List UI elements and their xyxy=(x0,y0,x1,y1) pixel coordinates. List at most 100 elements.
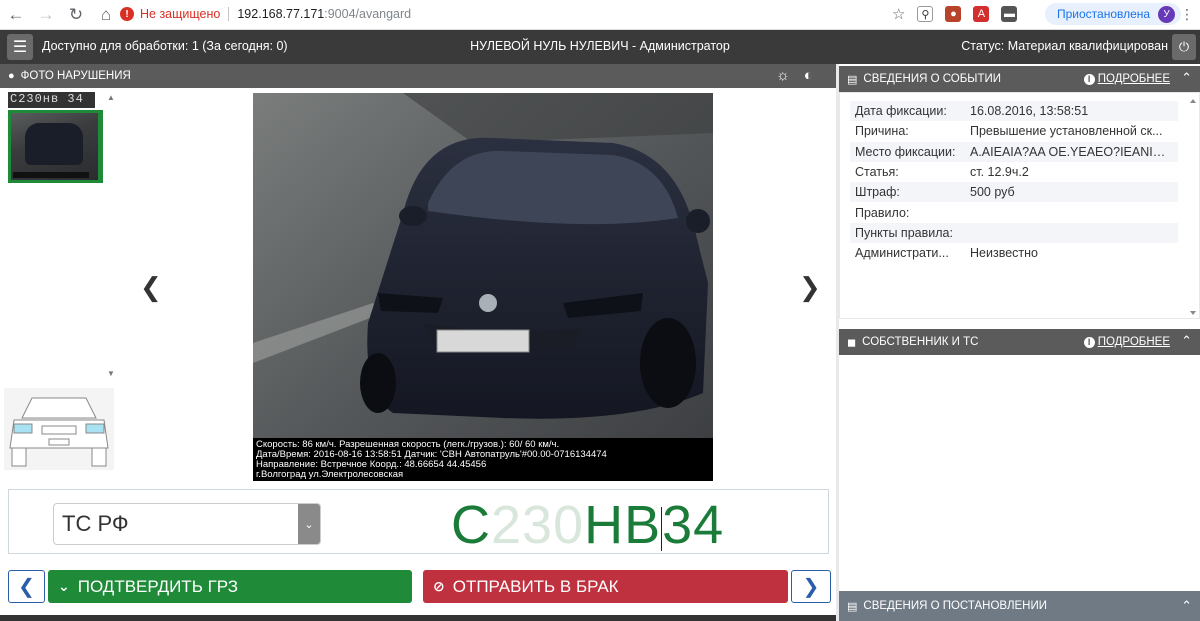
owner-more-label: Подробнее xyxy=(1097,336,1170,348)
table-row: Пункты правила: xyxy=(850,222,1178,244)
map-marker-icon: ● xyxy=(8,70,15,82)
confirm-plate-label: Подтвердить ГРЗ xyxy=(77,576,239,596)
omnibox-separator xyxy=(228,7,230,21)
thumbnail-car xyxy=(25,123,83,165)
violation-photo-image xyxy=(253,93,713,481)
event-field-label: Правило: xyxy=(855,205,910,220)
send-to-reject-button[interactable]: ⊘ Отправить в брак xyxy=(423,570,788,603)
event-field-value: 16.08.2016, 13:58:51 xyxy=(970,104,1089,119)
event-field-value: А.AIEAIA?AA OE.YEAEO?IEANIANE... xyxy=(970,144,1178,159)
car-icon: ◼ xyxy=(847,336,857,349)
previous-photo-chevron-icon[interactable]: ❮ xyxy=(140,272,162,303)
app-header: ☰ Доступно для обработки: 1 (За сегодня:… xyxy=(0,30,1200,64)
chevron-up-icon[interactable]: ⌃ xyxy=(1181,333,1192,349)
event-panel-header[interactable]: ▤ Сведения о событии i Подробнее ⌃ xyxy=(839,66,1200,92)
country-select-value: ТС РФ xyxy=(62,511,129,536)
plate-region: 34 xyxy=(662,495,725,555)
chevron-down-icon: ⌄ xyxy=(58,578,70,594)
photo-panel-title: Фото нарушения xyxy=(20,70,131,82)
plate-entry-panel: ТС РФ ⌄ С230НВ34 xyxy=(8,489,829,556)
profile-status-label: Приостановлена xyxy=(1057,7,1151,21)
event-field-label: Статья: xyxy=(855,165,899,180)
brightness-icon[interactable]: ☼ xyxy=(776,67,790,84)
confirm-plate-button[interactable]: ⌄ Подтвердить ГРЗ xyxy=(48,570,412,603)
home-icon[interactable]: ⌂ xyxy=(92,1,120,29)
photo-info-overlay: Скорость: 86 км/ч. Разрешенная скорость … xyxy=(253,438,713,481)
owner-panel-title: Собственник и ТС xyxy=(862,336,979,348)
power-icon[interactable]: ⏻ xyxy=(1172,34,1196,60)
profile-avatar: У xyxy=(1158,5,1176,23)
table-row: Правило: xyxy=(850,202,1178,222)
chevron-up-icon[interactable]: ⌃ xyxy=(1181,70,1192,86)
address-bar[interactable]: ! Не защищено 192.168.77.171:9004/avanga… xyxy=(120,3,920,25)
card-icon: ▤ xyxy=(847,73,858,86)
country-select[interactable]: ТС РФ ⌄ xyxy=(53,503,321,545)
extension-pdf-icon[interactable]: A xyxy=(973,6,990,22)
table-row: Место фиксации: А.AIEAIA?AA OE.YEAEO?IEAN… xyxy=(850,141,1178,162)
plate-prefix: С xyxy=(451,495,491,555)
bookmark-star-icon[interactable]: ☆ xyxy=(892,5,905,23)
event-field-label: Администрати... xyxy=(855,246,949,261)
document-icon: ▤ xyxy=(847,600,858,613)
next-material-chevron-icon[interactable]: ❯ xyxy=(791,570,831,603)
chevron-down-icon[interactable]: ⌄ xyxy=(298,504,320,544)
event-field-value: Превышение установленной ск... xyxy=(970,124,1163,139)
event-field-label: Штраф: xyxy=(855,185,900,200)
plate-hidden-digits: 230 xyxy=(491,495,585,555)
bottom-strip xyxy=(0,615,836,621)
material-status: Статус: Материал квалифицирован xyxy=(961,39,1168,53)
plate-middle-letters: НВ xyxy=(584,495,662,555)
extension-profile-icon[interactable]: ● xyxy=(945,6,962,22)
table-row: Штраф: 500 руб xyxy=(850,182,1178,203)
thumb-scroll-up-icon[interactable]: ▲ xyxy=(107,93,115,102)
warning-icon: ! xyxy=(120,7,134,21)
table-row: Статья: ст. 12.9ч.2 xyxy=(850,162,1178,182)
ban-icon: ⊘ xyxy=(433,578,445,594)
event-scrollbar[interactable] xyxy=(1189,97,1197,317)
extension-search-icon[interactable]: ⚲ xyxy=(917,6,934,22)
car-front-diagram xyxy=(4,388,114,470)
owner-panel-body xyxy=(839,355,1200,590)
photo-tools: ☼ ◐ xyxy=(776,67,813,84)
contrast-icon[interactable]: ◐ xyxy=(804,67,813,84)
thumbnail-selected[interactable] xyxy=(8,110,103,183)
event-field-value: ст. 12.9ч.2 xyxy=(970,165,1029,180)
table-row: Администрати... Неизвестно xyxy=(850,243,1178,263)
photo-info-line: г.Волгоград ул.Электролесовская xyxy=(256,469,404,480)
owner-panel-header[interactable]: ◼ Собственник и ТС i Подробнее ⌃ xyxy=(839,329,1200,355)
event-field-label: Пункты правила: xyxy=(855,225,953,240)
browser-menu-icon[interactable]: ⋮ xyxy=(1180,6,1194,23)
violation-photo: Скорость: 86 км/ч. Разрешенная скорость … xyxy=(253,93,713,481)
event-more-label: Подробнее xyxy=(1097,73,1170,85)
event-details-table: Дата фиксации: 16.08.2016, 13:58:51 Причи… xyxy=(850,101,1178,263)
extension-cast-icon[interactable]: ▬ xyxy=(1001,6,1018,22)
event-field-label: Место фиксации: xyxy=(855,144,956,159)
ruling-panel-title: Сведения о постановлении xyxy=(863,600,1048,612)
reload-icon[interactable]: ↻ xyxy=(62,1,90,29)
thumbnail-plate-crop[interactable]: С230нв 34 xyxy=(8,92,95,108)
url-host: 192.168.77.171 xyxy=(237,7,325,21)
ruling-panel-header[interactable]: ▤ Сведения о постановлении ⌃ xyxy=(839,591,1200,621)
event-field-label: Причина: xyxy=(855,124,909,139)
photo-panel-header: ● Фото нарушения xyxy=(0,64,836,88)
forward-arrow-icon[interactable]: → xyxy=(32,1,60,29)
plate-number-input[interactable]: С230НВ34 xyxy=(451,494,724,556)
thumbnail-caption xyxy=(13,172,89,178)
thumb-scroll-down-icon[interactable]: ▼ xyxy=(107,369,115,378)
next-photo-chevron-icon[interactable]: ❯ xyxy=(799,272,821,303)
event-field-value: Неизвестно xyxy=(970,246,1038,261)
extension-icons: ☆ ⚲ ● A ▬ xyxy=(892,5,1018,23)
chevron-up-icon[interactable]: ⌃ xyxy=(1181,598,1192,614)
owner-more-link[interactable]: i Подробнее xyxy=(1083,336,1170,348)
info-icon: i xyxy=(1083,74,1095,85)
event-more-link[interactable]: i Подробнее xyxy=(1083,73,1170,85)
previous-material-chevron-icon[interactable]: ❮ xyxy=(8,570,45,603)
event-panel-title: Сведения о событии xyxy=(863,73,1002,85)
table-row: Причина: Превышение установленной ск... xyxy=(850,121,1178,141)
event-field-value xyxy=(965,202,1178,222)
profile-status-button[interactable]: Приостановлена У xyxy=(1045,3,1182,25)
event-panel-body: Дата фиксации: 16.08.2016, 13:58:51 Причи… xyxy=(839,92,1200,319)
send-to-reject-label: Отправить в брак xyxy=(452,576,619,596)
url-path: :9004/avangard xyxy=(324,7,412,21)
back-arrow-icon[interactable]: ← xyxy=(2,1,30,29)
